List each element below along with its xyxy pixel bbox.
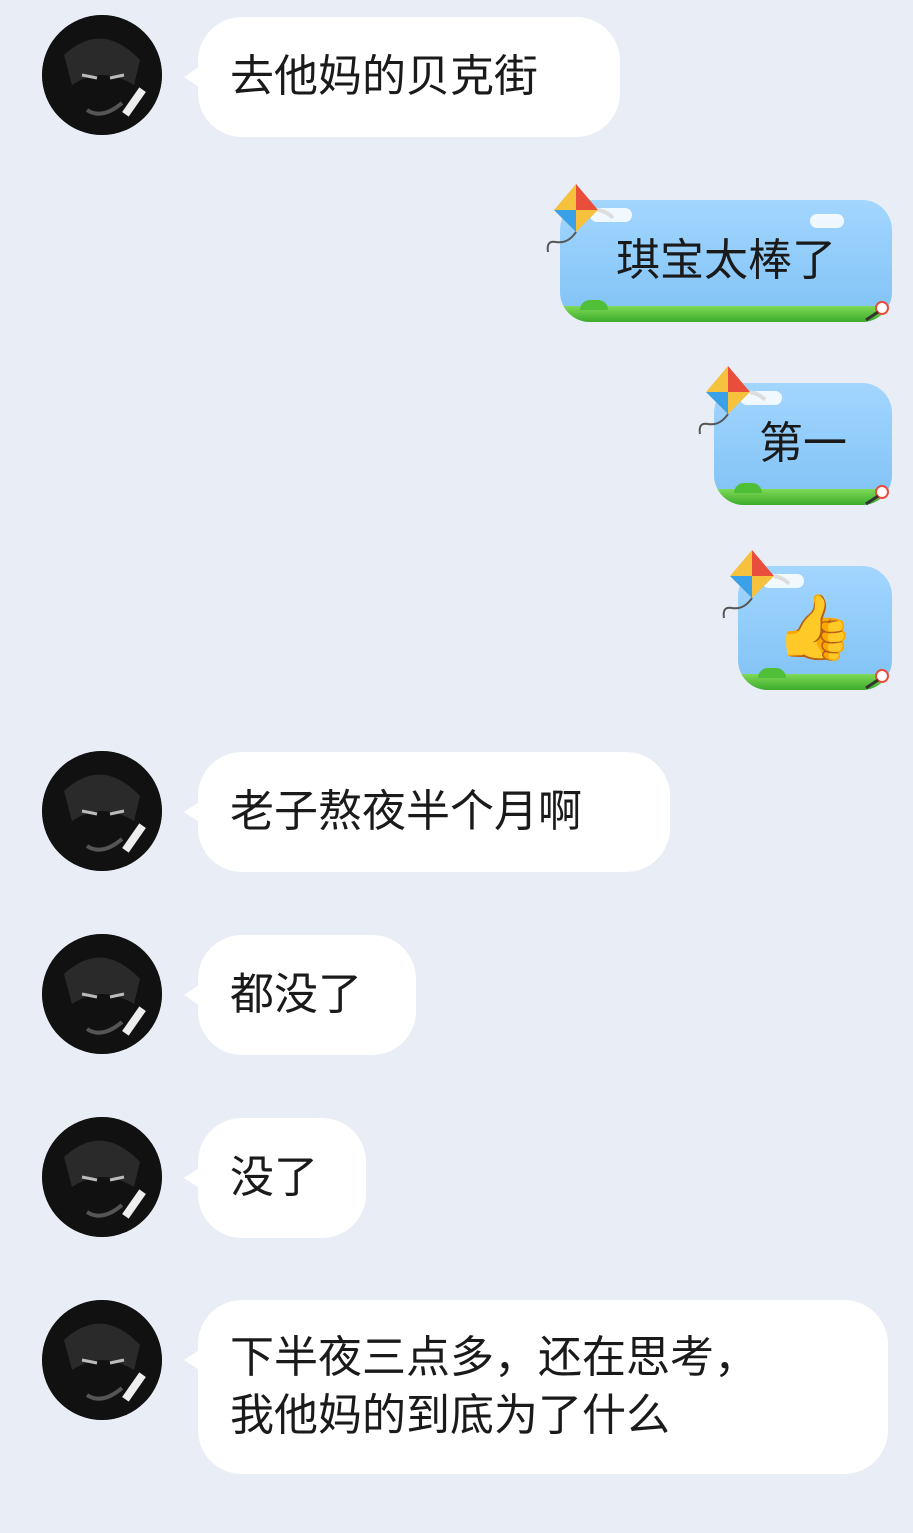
contact-avatar[interactable] [42,1300,162,1420]
kite-icon [722,550,791,619]
message-text-line: 我他妈的到底为了什么 [230,1390,670,1441]
contact-avatar[interactable] [42,15,162,135]
contact-avatar[interactable] [42,934,162,1054]
incoming-message-bubble[interactable]: 去他妈的贝克街 [184,17,620,137]
incoming-message-bubble[interactable]: 老子熬夜半个月啊 [184,752,670,872]
kite-icon [546,184,615,253]
chat-thread: 去他妈的贝克街 琪宝太棒了 第一 👍 老子熬夜半个月啊 都没了 没了 下半夜三点… [0,0,913,1533]
kite-icon [698,366,767,435]
contact-avatar[interactable] [42,751,162,871]
message-text: 第一 [759,418,847,469]
message-text: 没了 [230,1152,318,1203]
avatar-image [42,1117,162,1237]
message-text: 都没了 [230,969,362,1020]
grass-decoration [560,300,892,322]
message-text-line: 下半夜三点多，还在思考， [230,1332,758,1383]
message-text: 去他妈的贝克街 [230,51,538,102]
avatar-image [42,1300,162,1420]
avatar-image [42,751,162,871]
avatar-image [42,15,162,135]
message-text: 老子熬夜半个月啊 [230,786,582,837]
incoming-message-bubble[interactable]: 没了 [184,1118,366,1238]
message-text: 琪宝太棒了 [616,235,836,286]
avatar-image [42,934,162,1054]
cloud-decoration [810,214,844,228]
pin-icon [865,669,889,690]
pin-icon [865,301,889,322]
incoming-message-bubble[interactable]: 都没了 [184,935,416,1055]
pin-icon [865,485,889,506]
contact-avatar[interactable] [42,1117,162,1237]
incoming-message-bubble[interactable]: 下半夜三点多，还在思考， 我他妈的到底为了什么 [184,1300,888,1474]
